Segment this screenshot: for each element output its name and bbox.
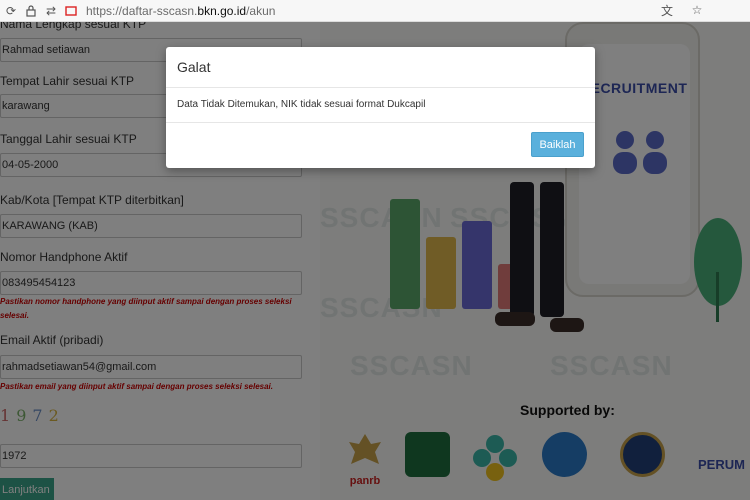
site-settings-icon[interactable]: ⇄ (44, 4, 58, 18)
media-icon[interactable] (64, 4, 78, 18)
dialog-title: Galat (177, 59, 211, 75)
dialog-message: Data Tidak Ditemukan, NIK tidak sesuai f… (177, 99, 426, 110)
reload-icon[interactable]: ⟳ (4, 4, 18, 18)
lock-icon[interactable] (24, 4, 38, 18)
error-dialog: Galat Data Tidak Ditemukan, NIK tidak se… (166, 47, 595, 168)
ok-button[interactable]: Baiklah (531, 132, 584, 157)
translate-icon[interactable]: 文 (660, 3, 674, 18)
browser-address-bar: ⟳ ⇄ https://daftar-sscasn.bkn.go.id/akun… (0, 0, 750, 22)
star-icon[interactable]: ☆ (690, 3, 704, 17)
url-text[interactable]: https://daftar-sscasn.bkn.go.id/akun (86, 4, 275, 18)
dialog-divider (166, 122, 595, 123)
dialog-divider (166, 87, 595, 88)
